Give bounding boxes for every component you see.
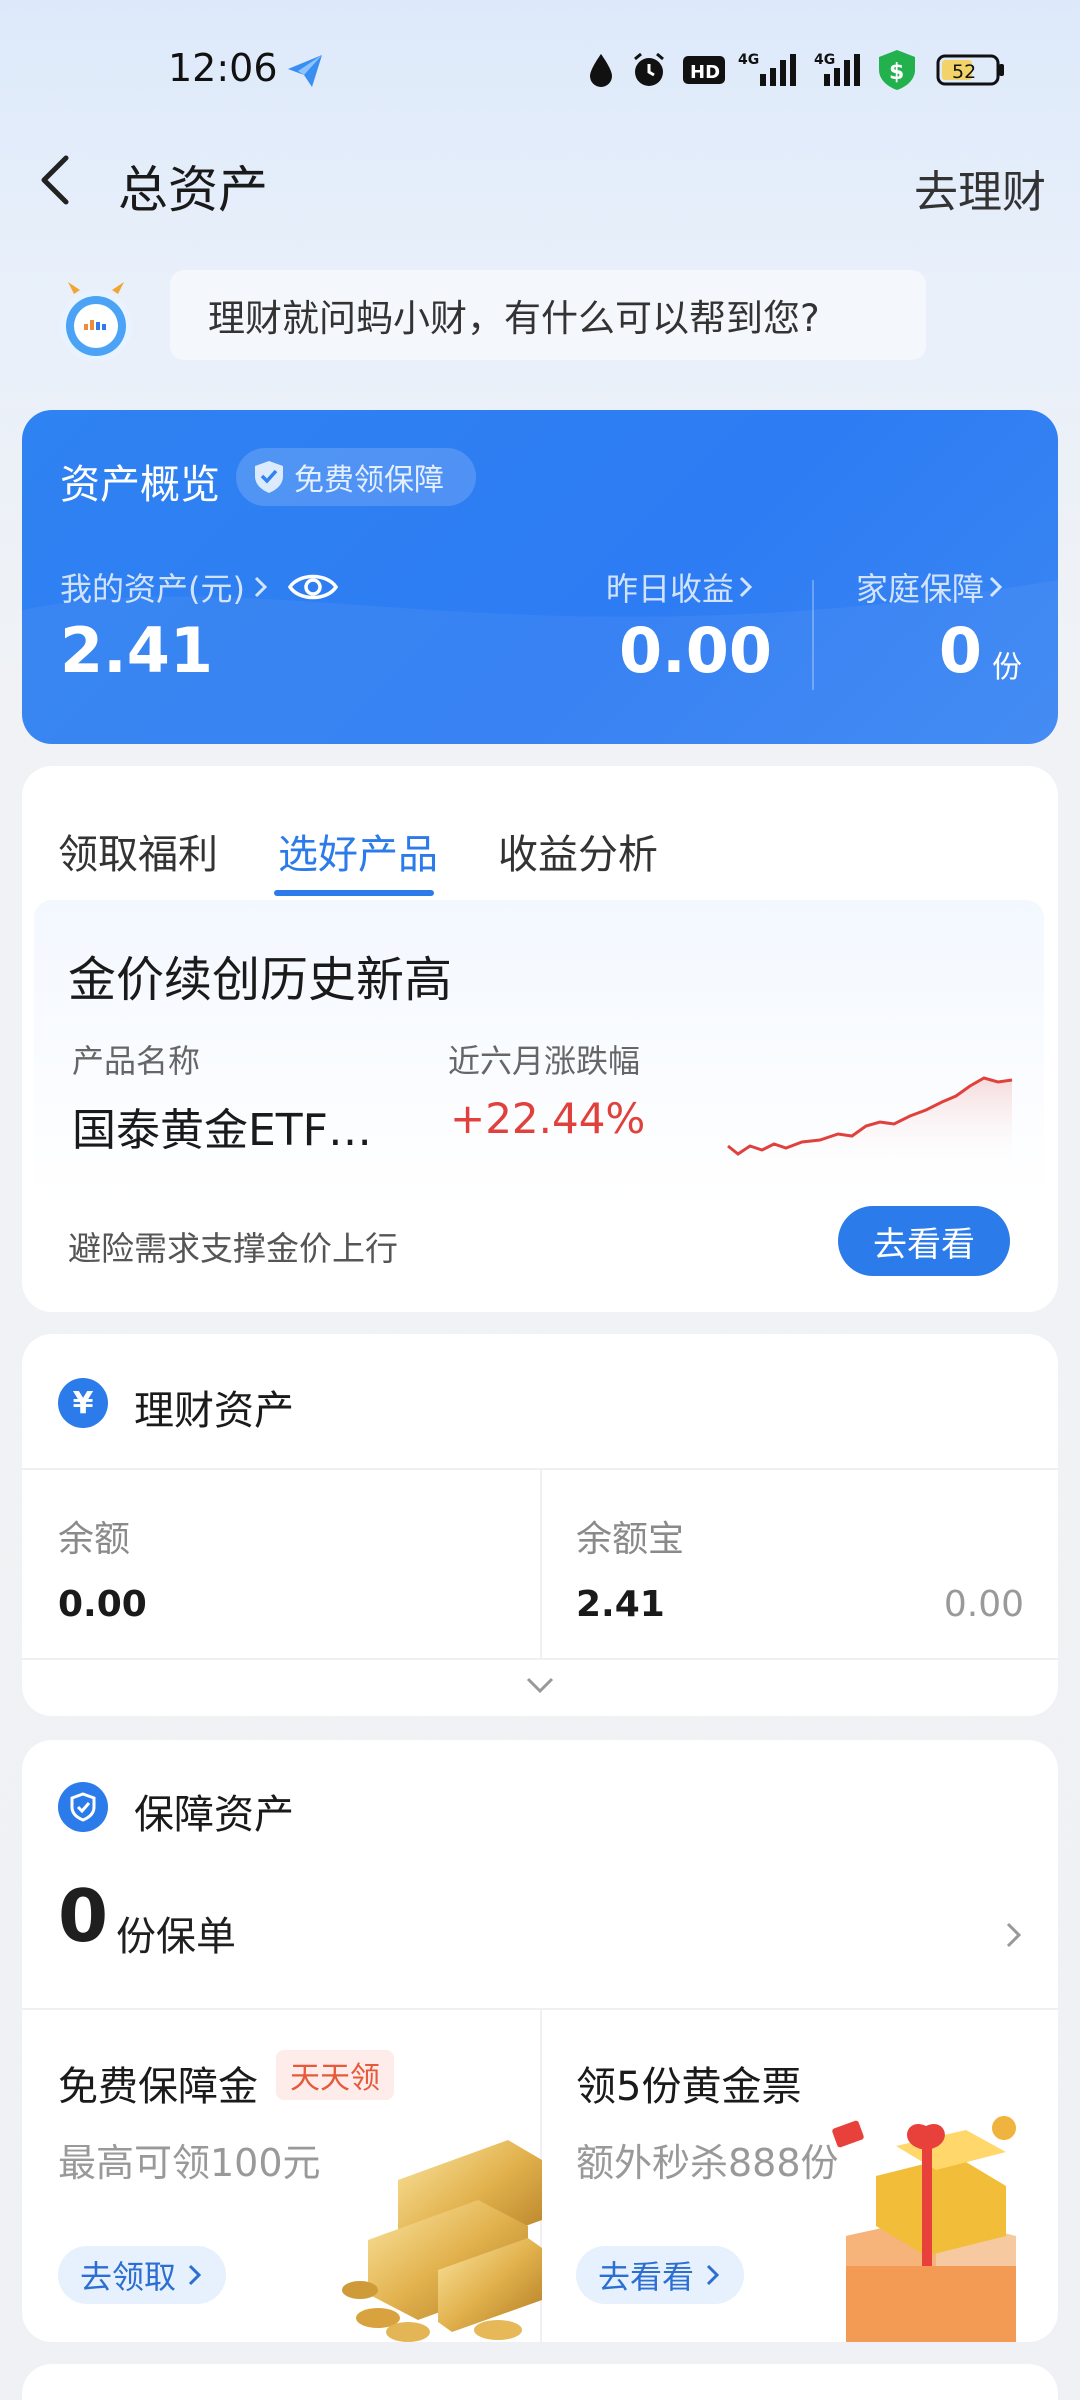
gold-promo-panel[interactable]: 金价续创历史新高 产品名称 近六月涨跌幅 国泰黄金ETF… +22.44% (34, 900, 1044, 1200)
product-name-label: 产品名称 (72, 1042, 201, 1080)
svg-text:$: $ (889, 60, 904, 85)
card2-subtitle: 额外秒杀888份 (576, 2141, 839, 2185)
wealth-assets-card: ¥ 理财资产 余额 0.00 余额宝 2.41 0.00 (22, 1334, 1058, 1716)
daily-tag: 天天领 (276, 2050, 394, 2100)
free-protection-fund-card[interactable]: 免费保障金 天天领 最高可领100元 去领取 (22, 2010, 542, 2342)
yesterday-income-label-row[interactable]: 昨日收益 (606, 564, 758, 610)
chevron-right-icon (188, 2264, 202, 2286)
family-protection-unit: 份 (992, 650, 1022, 685)
chevron-down-icon (526, 1677, 554, 1694)
policy-count-unit: 份保单 (116, 1914, 236, 1960)
go-see-button[interactable]: 去看看 (838, 1206, 1010, 1276)
gold-gift-box-image (832, 2116, 1016, 2342)
tab-products[interactable]: 选好产品 (278, 822, 438, 880)
assistant-prompt[interactable]: 理财就问蚂小财，有什么可以帮到您? (170, 270, 926, 360)
product-name: 国泰黄金ETF… (72, 1105, 372, 1156)
yuebao-label: 余额宝 (576, 1519, 685, 1560)
insurance-assets-card: 保障资产 0 份保单 免费保障金 天天领 最高可领100元 去领取 领5份黄金票… (22, 1740, 1058, 2342)
security-shield-icon: $ (876, 50, 918, 90)
hd-icon: HD (682, 50, 726, 90)
claim-button-label: 去领取 (80, 2258, 177, 2296)
policy-count: 0 (58, 1874, 109, 1958)
yesterday-income-value: 0.00 (619, 614, 772, 687)
alarm-icon (630, 50, 668, 90)
back-button[interactable] (30, 150, 90, 210)
see-more-button-label: 去看看 (598, 2258, 695, 2296)
chevron-right-icon (739, 576, 753, 598)
signal-4g-icon-1: 4G (738, 50, 798, 90)
yuebao-value: 2.41 (576, 1584, 665, 1625)
signal-4g-icon-2: 4G (814, 50, 864, 90)
expand-button[interactable] (520, 1670, 560, 1704)
balance-cell[interactable]: 余额 0.00 (22, 1470, 540, 1658)
policy-count-row[interactable]: 0 份保单 (22, 1860, 1058, 1990)
chevron-right-icon (1006, 1922, 1022, 1948)
yesterday-income-label: 昨日收益 (606, 570, 735, 608)
svg-text:HD: HD (690, 62, 720, 83)
page-title: 总资产 (118, 161, 268, 219)
my-assets-label-row[interactable]: 我的资产(元) (60, 564, 339, 610)
tab-income-analysis[interactable]: 收益分析 (498, 822, 658, 880)
see-more-button[interactable]: 去看看 (576, 2246, 745, 2304)
svg-text:4G: 4G (738, 52, 759, 68)
shield-check-icon (255, 461, 283, 493)
chevron-left-icon (41, 155, 69, 205)
card1-subtitle: 最高可领100元 (58, 2141, 321, 2185)
free-protection-badge[interactable]: 免费领保障 (236, 448, 476, 506)
claim-button[interactable]: 去领取 (58, 2246, 227, 2304)
shield-icon (58, 1782, 108, 1832)
card2-title: 领5份黄金票 (576, 2064, 802, 2110)
status-bar: 12:06 HD 4G 4G $ 52 (0, 0, 1080, 140)
six-month-change-label: 近六月涨跌幅 (448, 1042, 641, 1080)
svg-text:4G: 4G (814, 52, 835, 68)
status-time: 12:06 (168, 46, 278, 90)
go-invest-link[interactable]: 去理财 (914, 156, 1046, 220)
app-notification-icon (284, 50, 326, 90)
gold-ticket-card[interactable]: 领5份黄金票 额外秒杀888份 去看看 (542, 2010, 1058, 2342)
family-protection-label: 家庭保障 (856, 570, 985, 608)
battery-level: 52 (952, 61, 976, 83)
active-tab-indicator (274, 890, 434, 896)
gold-bars-image (342, 2140, 542, 2342)
badge-label: 免费领保障 (294, 463, 444, 498)
promo-footer-text: 避险需求支撑金价上行 (68, 1229, 398, 1268)
yuebao-gain: 0.00 (943, 1584, 1024, 1625)
eye-icon[interactable] (287, 567, 339, 607)
water-drop-icon (586, 50, 616, 90)
insurance-assets-title: 保障资产 (134, 1792, 294, 1838)
assistant-avatar[interactable] (56, 280, 136, 364)
balance-value: 0.00 (58, 1584, 147, 1625)
chevron-right-icon (989, 576, 1003, 598)
my-assets-label: 我的资产(元) (60, 570, 245, 608)
six-month-change: +22.44% (450, 1094, 646, 1143)
card1-title: 免费保障金 (58, 2064, 258, 2110)
chevron-right-icon (254, 576, 268, 598)
next-card-peek (22, 2364, 1058, 2400)
divider (22, 1658, 1058, 1660)
yuan-icon: ¥ (58, 1378, 108, 1428)
my-assets-value: 2.41 (60, 614, 213, 687)
overview-divider (812, 580, 814, 690)
battery-icon: 52 (936, 50, 1006, 90)
tab-benefits[interactable]: 领取福利 (58, 822, 218, 880)
family-protection-value: 0 (938, 614, 982, 687)
chevron-right-icon (706, 2264, 720, 2286)
price-trend-sparkline (727, 1076, 1013, 1170)
family-protection-label-row[interactable]: 家庭保障 (856, 564, 1008, 610)
asset-overview-card: 资产概览 免费领保障 我的资产(元) 2.41 昨日收益 0.00 家庭保障 0… (22, 410, 1058, 744)
balance-label: 余额 (58, 1519, 131, 1560)
product-card: 领取福利 选好产品 收益分析 金价续创历史新高 产品名称 近六月涨跌幅 国泰黄金… (22, 766, 1058, 1312)
overview-title: 资产概览 (60, 462, 220, 508)
yuebao-cell[interactable]: 余额宝 2.41 0.00 (542, 1470, 1058, 1658)
promo-title: 金价续创历史新高 (68, 952, 453, 1008)
wealth-assets-title: 理财资产 (134, 1388, 294, 1434)
